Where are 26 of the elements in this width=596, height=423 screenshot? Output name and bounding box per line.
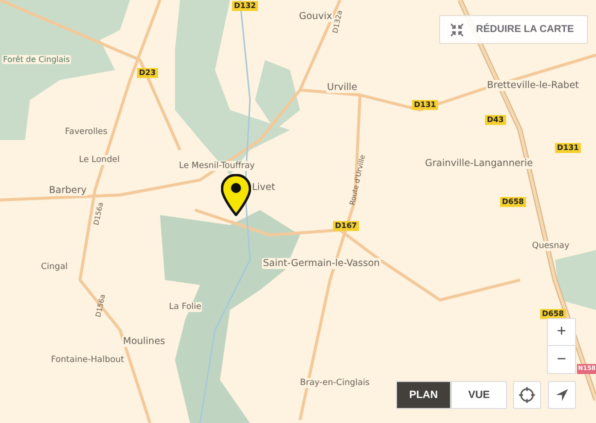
place-label: Livet [251, 182, 276, 193]
place-label: Barbery [48, 185, 88, 196]
navigation-arrow-icon [555, 388, 569, 402]
place-label: Fontaine-Halbout [50, 355, 126, 365]
view-tab[interactable]: VUE [451, 381, 507, 409]
place-label: Bretteville-le-Rabet [486, 80, 580, 91]
place-label: Forêt de Cinglais [2, 55, 71, 64]
place-label: Urville [326, 82, 358, 93]
collapse-arrows-icon [450, 22, 464, 36]
crosshair-icon [519, 387, 535, 403]
place-label: Faverolles [64, 127, 108, 137]
place-label: Gouvix [298, 11, 334, 22]
place-label: Moulines [122, 336, 166, 347]
locate-button[interactable] [513, 381, 541, 409]
place-label: Saint-Germain-le-Vasson [262, 258, 381, 269]
collapse-map-button[interactable]: RÉDUIRE LA CARTE [439, 15, 588, 44]
place-label: Bray-en-Cinglais [299, 378, 371, 388]
view-tab[interactable]: PLAN [396, 381, 451, 409]
place-label: Cingal [40, 262, 69, 272]
navigate-button[interactable] [548, 381, 576, 409]
place-label: La Folie [168, 302, 202, 312]
place-label: Le Mesnil-Touffray [178, 161, 256, 171]
place-label: Quesnay [531, 241, 570, 251]
place-label: Grainville-Langannerie [424, 158, 534, 169]
location-pin-icon [221, 174, 251, 216]
place-label: Le Londel [78, 155, 121, 165]
